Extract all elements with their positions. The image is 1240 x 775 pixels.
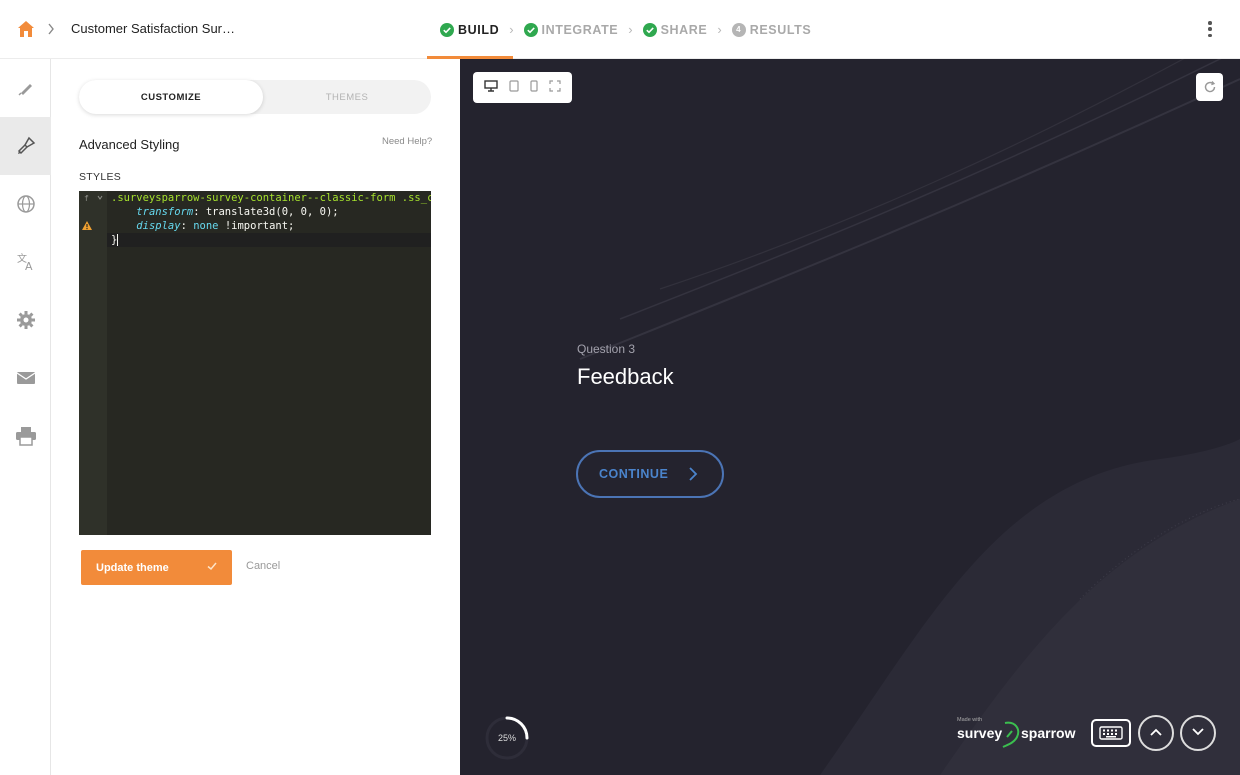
tablet-icon[interactable] [509,79,519,97]
home-icon[interactable] [16,19,36,39]
css-selector: .surveysparrow-survey-container--classic… [111,192,431,204]
print-icon[interactable] [0,407,51,465]
desktop-icon[interactable] [484,79,499,97]
step-results[interactable]: 4 RESULTS [731,0,812,59]
surveysparrow-logo[interactable]: Made with survey sparrow [957,717,1077,749]
customize-panel: CUSTOMIZE THEMES Advanced Styling Need H… [51,59,460,775]
code-line: display: none !important; [111,219,294,233]
css-value-keyword: none [193,220,219,232]
cancel-button[interactable]: Cancel [246,560,280,572]
chevron-right-icon: › [717,22,722,37]
update-theme-button[interactable]: Update theme [81,550,232,585]
panel-tab-switch: CUSTOMIZE THEMES [79,80,431,114]
progress-percent: 25% [497,733,516,743]
continue-button[interactable]: CONTINUE [576,450,724,498]
brand-word-sparrow: sparrow [1021,725,1076,741]
question-number: Question 3 [577,342,636,356]
made-with-label: Made with [957,717,983,723]
step-label: INTEGRATE [541,22,619,37]
continue-label: CONTINUE [599,467,669,481]
check-icon [206,560,218,575]
step-label: RESULTS [749,22,812,37]
editor-gutter [79,191,107,535]
need-help-link[interactable]: Need Help? [382,136,432,147]
styles-label: STYLES [79,171,122,183]
chevron-right-icon: › [509,22,514,37]
globe-icon[interactable] [0,175,51,233]
workflow-steps: BUILD › INTEGRATE › SHARE › 4 RESULTS [426,0,812,59]
chevron-right-icon [46,20,56,38]
tab-themes[interactable]: THEMES [263,80,431,114]
survey-name[interactable]: Customer Satisfaction Sur… [71,21,235,36]
fullscreen-icon[interactable] [549,79,561,97]
brand-word-survey: survey [957,725,1003,741]
mail-icon[interactable] [0,349,51,407]
next-question-button[interactable] [1180,715,1216,751]
css-value: !important; [218,220,295,232]
edit-icon[interactable] [0,59,51,117]
tab-customize[interactable]: CUSTOMIZE [79,80,263,114]
update-theme-label: Update theme [96,561,169,574]
chevron-down-icon [1191,724,1205,742]
previous-question-button[interactable] [1138,715,1174,751]
css-separator: : [180,220,194,232]
paint-brush-icon[interactable] [0,117,51,175]
step-build[interactable]: BUILD [426,0,514,59]
sparrow-logo-icon [1001,717,1023,754]
refresh-icon[interactable] [1196,73,1223,101]
warning-icon[interactable] [79,219,107,233]
text-cursor [117,234,119,246]
css-property: display [136,220,181,232]
step-label: SHARE [660,22,708,37]
code-line: .surveysparrow-survey-container--classic… [111,191,431,205]
chevron-right-icon: › [628,22,633,37]
check-circle-icon [440,22,454,37]
keyboard-icon[interactable] [1091,719,1131,747]
css-code-editor[interactable]: f .surveysparrow-survey-container--class… [79,191,431,535]
check-circle-icon [642,22,657,37]
fold-toggle-icon[interactable]: f [79,191,107,205]
css-property: transform [136,206,194,218]
background-waves [579,59,1240,775]
step-label: BUILD [458,22,500,37]
chevron-right-icon [688,466,698,485]
step-share[interactable]: SHARE [642,0,708,59]
left-icon-rail: 文A [0,59,51,775]
device-switcher [473,72,572,103]
step-number-badge: 4 [731,22,746,37]
more-options-icon[interactable] [1207,21,1213,37]
chevron-up-icon [1149,724,1163,742]
question-title: Feedback [577,364,674,389]
survey-preview: Question 3 Feedback CONTINUE 25% Made wi… [460,59,1240,775]
gear-icon[interactable] [0,291,51,349]
step-integrate[interactable]: INTEGRATE [523,0,619,59]
css-value: : translate3d(0, 0, 0); [193,206,339,218]
translate-icon[interactable]: 文A [0,233,51,291]
check-circle-icon [523,22,538,37]
mobile-icon[interactable] [530,79,538,97]
svg-text:f: f [84,194,89,203]
top-bar: Customer Satisfaction Sur… BUILD › INTEG… [0,0,1240,59]
svg-text:A: A [25,260,33,273]
code-line: } [111,233,119,247]
active-line-highlight [107,233,431,247]
section-title: Advanced Styling [79,137,180,152]
code-line: transform: translate3d(0, 0, 0); [111,205,339,219]
